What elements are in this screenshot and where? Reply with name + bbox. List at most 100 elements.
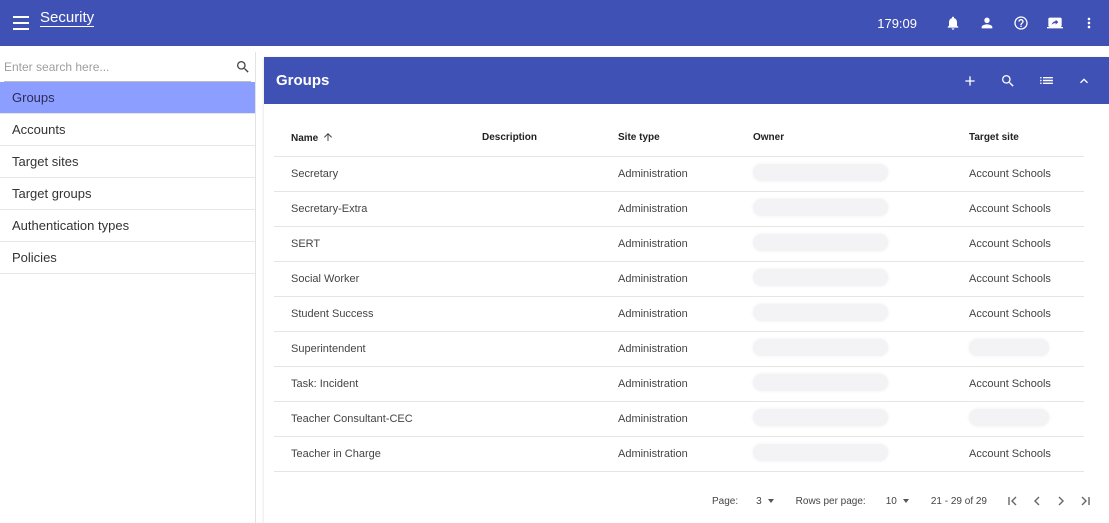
chevron-up-icon[interactable] (1065, 65, 1103, 97)
cell-site-type: Administration (601, 261, 736, 297)
cell-target-site: Account Schools (952, 436, 1084, 472)
cell-owner (736, 436, 952, 472)
more-vert-icon[interactable] (1075, 9, 1103, 37)
sidebar-item-accounts[interactable]: Accounts (0, 114, 255, 146)
app-bar-actions: 179:09 (877, 0, 1109, 46)
redacted-target-site (969, 408, 1049, 426)
next-page-icon[interactable] (1049, 489, 1073, 513)
cell-name: Student Success (274, 296, 465, 332)
table-row[interactable]: Task: Incident Administration Account Scho… (274, 366, 1084, 402)
cell-target-site: Account Schools (952, 366, 1084, 402)
redacted-owner (753, 303, 888, 321)
table-row[interactable]: Superintendent Administration (274, 331, 1084, 367)
cell-description (465, 436, 601, 472)
redacted-owner (753, 268, 888, 286)
cell-site-type: Administration (601, 226, 736, 262)
redacted-owner (753, 163, 888, 181)
groups-panel: Groups Name Description Site type Owner (264, 57, 1109, 523)
column-header-name[interactable]: Name (274, 120, 465, 157)
sidebar-item-target-sites[interactable]: Target sites (0, 146, 255, 178)
sort-ascending-icon[interactable] (322, 131, 334, 143)
cell-name: SERT (274, 226, 465, 262)
cell-name: Teacher in Charge (274, 436, 465, 472)
app-title: Security (40, 8, 95, 27)
cell-name: Teacher Consultant-CEC (274, 401, 465, 437)
cell-target-site: Account Schools (952, 191, 1084, 227)
panel-title: Groups (276, 72, 330, 89)
column-header-target-site[interactable]: Target site (952, 120, 1084, 157)
cell-description (465, 296, 601, 332)
rows-per-page-label: Rows per page: (795, 495, 866, 507)
cell-name: Secretary-Extra (274, 191, 465, 227)
table-header-row: Name Description Site type Owner Target … (274, 120, 1084, 157)
redacted-owner (753, 198, 888, 216)
cell-name: Social Worker (274, 261, 465, 297)
panel-actions (951, 65, 1103, 97)
cell-owner (736, 366, 952, 402)
sidebar-item-groups[interactable]: Groups (0, 82, 255, 114)
previous-page-icon[interactable] (1025, 489, 1049, 513)
cell-description (465, 226, 601, 262)
cell-name: Secretary (274, 156, 465, 192)
screen-share-icon[interactable] (1041, 9, 1069, 37)
dropdown-caret-icon (767, 499, 774, 503)
rows-per-page-select[interactable]: 10 (886, 496, 909, 507)
cell-owner (736, 226, 952, 262)
list-view-icon[interactable] (1027, 65, 1065, 97)
column-header-site-type[interactable]: Site type (601, 120, 736, 157)
panel-header: Groups (264, 57, 1109, 104)
help-icon[interactable] (1007, 9, 1035, 37)
search-icon[interactable] (235, 59, 251, 75)
cell-site-type: Administration (601, 296, 736, 332)
redacted-owner (753, 408, 888, 426)
table-row[interactable]: Student Success Administration Account Sch… (274, 296, 1084, 332)
bell-icon[interactable] (939, 9, 967, 37)
table-row[interactable]: Secretary-Extra Administration Account Sch… (274, 191, 1084, 227)
add-icon[interactable] (951, 65, 989, 97)
cell-target-site (952, 401, 1084, 437)
table-row[interactable]: Secretary Administration Account Schools (274, 156, 1084, 192)
table-row[interactable]: Social Worker Administration Account Schoo… (274, 261, 1084, 297)
redacted-target-site (969, 338, 1049, 356)
column-header-description[interactable]: Description (465, 120, 601, 157)
page-select[interactable]: 3 (756, 496, 774, 507)
last-page-icon[interactable] (1073, 489, 1097, 513)
first-page-icon[interactable] (1001, 489, 1025, 513)
cell-owner (736, 261, 952, 297)
sidebar-search (4, 52, 251, 82)
sidebar: Groups Accounts Target sites Target grou… (0, 52, 256, 523)
cell-target-site: Account Schools (952, 261, 1084, 297)
cell-target-site (952, 331, 1084, 367)
person-icon[interactable] (973, 9, 1001, 37)
dropdown-caret-icon (902, 499, 909, 503)
cell-description (465, 401, 601, 437)
cell-name: Superintendent (274, 331, 465, 367)
search-icon[interactable] (989, 65, 1027, 97)
cell-target-site: Account Schools (952, 156, 1084, 192)
table-row[interactable]: Teacher Consultant-CEC Administration (274, 401, 1084, 437)
page-range: 21 - 29 of 29 (930, 495, 987, 507)
sidebar-item-policies[interactable]: Policies (0, 242, 255, 274)
sidebar-item-target-groups[interactable]: Target groups (0, 178, 255, 210)
menu-icon[interactable] (13, 16, 29, 30)
redacted-owner (753, 443, 888, 461)
session-timer: 179:09 (877, 15, 917, 31)
cell-owner (736, 296, 952, 332)
column-header-owner[interactable]: Owner (736, 120, 952, 157)
page-label: Page: (711, 495, 739, 507)
table-row[interactable]: Teacher in Charge Administration Account S… (274, 436, 1084, 472)
cell-site-type: Administration (601, 366, 736, 402)
cell-owner (736, 331, 952, 367)
search-input[interactable] (4, 59, 235, 74)
cell-site-type: Administration (601, 331, 736, 367)
groups-table: Name Description Site type Owner Target … (274, 120, 1084, 472)
cell-name: Task: Incident (274, 366, 465, 402)
cell-owner (736, 156, 952, 192)
cell-target-site: Account Schools (952, 226, 1084, 262)
cell-site-type: Administration (601, 436, 736, 472)
cell-owner (736, 401, 952, 437)
table-row[interactable]: SERT Administration Account Schools (274, 226, 1084, 262)
sidebar-item-authentication-types[interactable]: Authentication types (0, 210, 255, 242)
cell-target-site: Account Schools (952, 296, 1084, 332)
cell-description (465, 366, 601, 402)
